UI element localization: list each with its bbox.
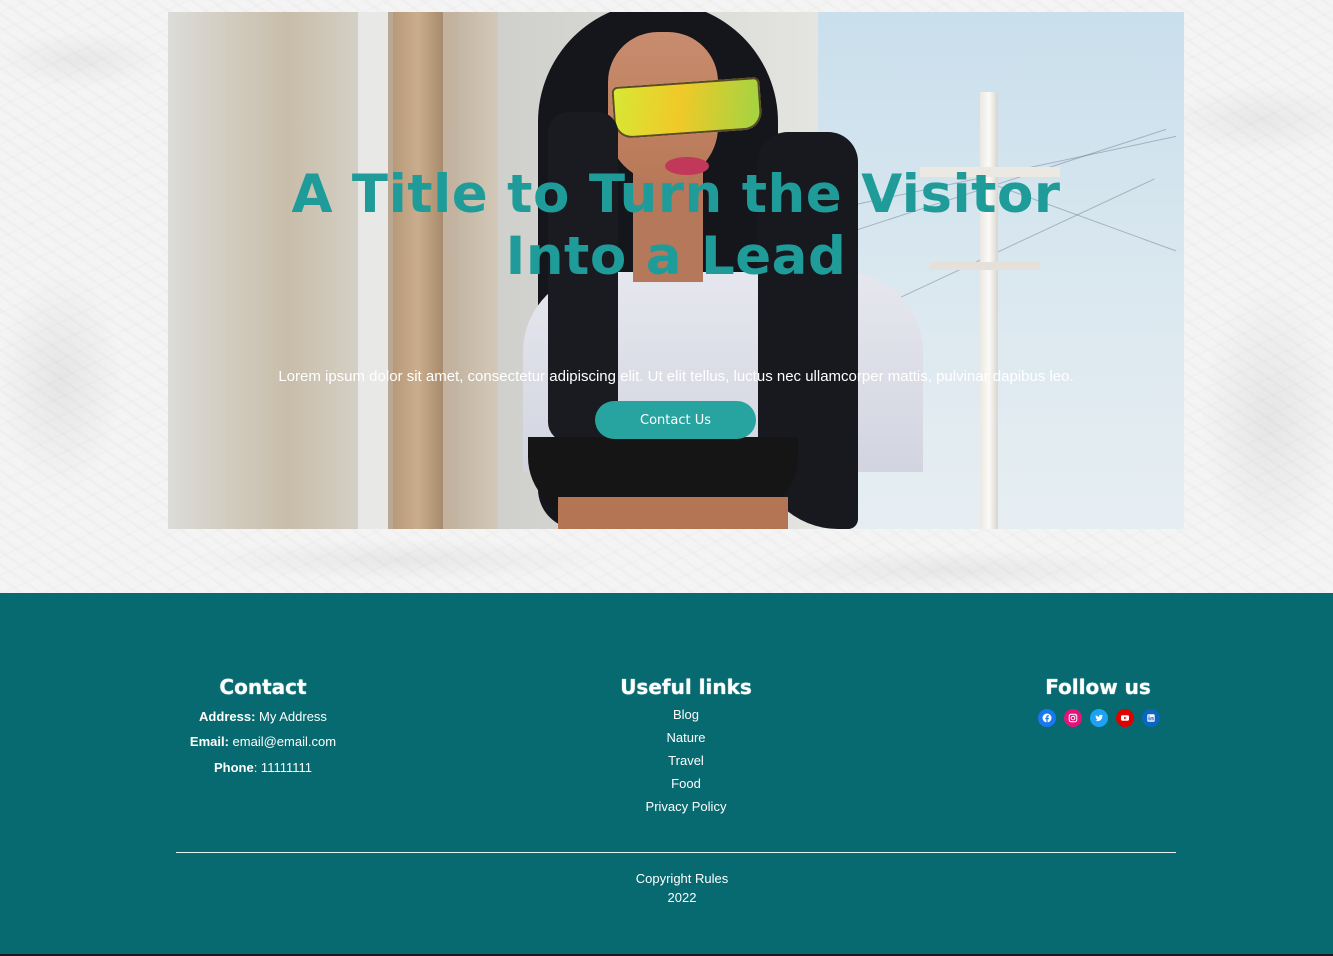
hero-section: A Title to Turn the Visitor Into a Lead … bbox=[168, 12, 1184, 529]
twitter-icon[interactable] bbox=[1090, 709, 1108, 727]
footer: Contact Address: My Address Email: email… bbox=[0, 593, 1333, 954]
instagram-icon[interactable] bbox=[1064, 709, 1082, 727]
footer-divider bbox=[176, 852, 1176, 853]
useful-links-heading: Useful links bbox=[620, 675, 752, 699]
social-icons bbox=[1038, 709, 1160, 727]
contact-address: Address: My Address bbox=[163, 709, 363, 724]
hero-title: A Title to Turn the Visitor Into a Lead bbox=[291, 164, 1061, 287]
phone-value: : 11111111 bbox=[253, 760, 313, 775]
phone-label: Phone bbox=[213, 760, 254, 775]
link-blog[interactable]: Blog bbox=[586, 707, 786, 722]
link-privacy-policy[interactable]: Privacy Policy bbox=[586, 799, 786, 814]
copyright: Copyright Rules 2022 bbox=[582, 869, 782, 907]
follow-us-heading: Follow us bbox=[1045, 675, 1151, 699]
hero-text: Lorem ipsum dolor sit amet, consectetur … bbox=[278, 368, 1074, 385]
contact-us-button[interactable]: Contact Us bbox=[595, 401, 756, 439]
address-value: My Address bbox=[255, 709, 327, 724]
copyright-year: 2022 bbox=[667, 890, 697, 905]
link-travel[interactable]: Travel bbox=[586, 753, 786, 768]
contact-email: Email: email@email.com bbox=[163, 734, 363, 749]
copyright-text: Copyright Rules bbox=[635, 871, 729, 886]
link-food[interactable]: Food bbox=[586, 776, 786, 791]
linkedin-icon[interactable] bbox=[1142, 709, 1160, 727]
link-nature[interactable]: Nature bbox=[586, 730, 786, 745]
email-value: email@email.com bbox=[228, 734, 337, 749]
address-label: Address: bbox=[199, 709, 256, 724]
contact-phone: Phone: 11111111 bbox=[163, 760, 363, 775]
contact-heading: Contact bbox=[219, 675, 307, 699]
email-label: Email: bbox=[189, 734, 229, 749]
youtube-icon[interactable] bbox=[1116, 709, 1134, 727]
facebook-icon[interactable] bbox=[1038, 709, 1056, 727]
